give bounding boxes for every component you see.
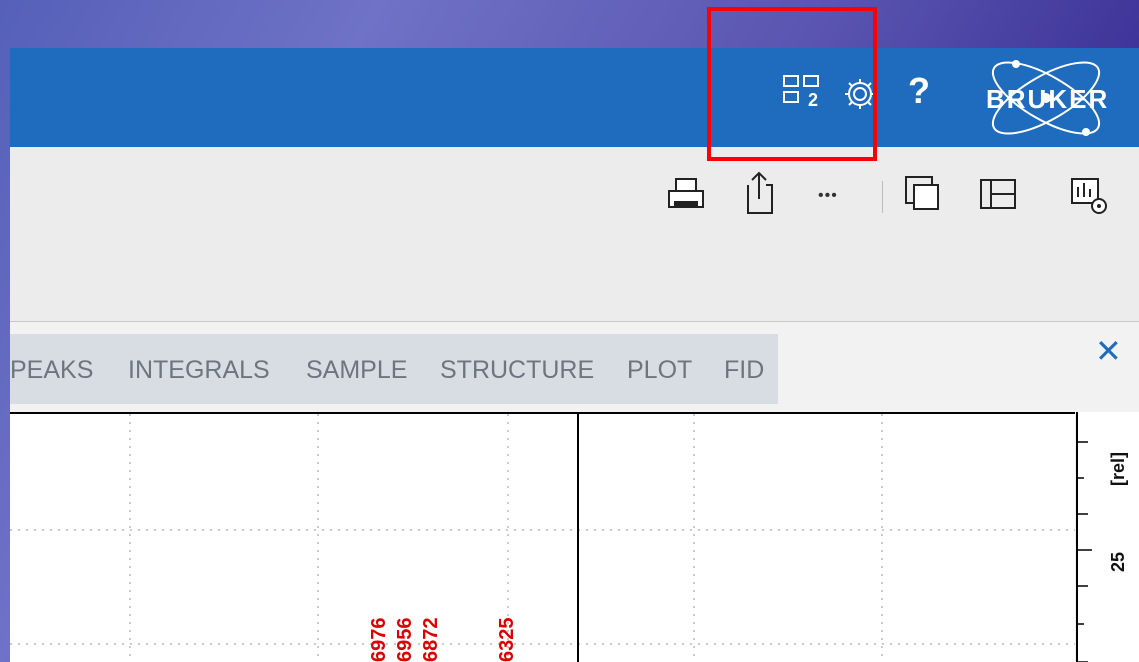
logo-text: BRUKER	[986, 84, 1110, 114]
tab-sample[interactable]: SAMPLE	[306, 356, 407, 385]
tab-bar: PEAKS INTEGRALS SAMPLE STRUCTURE PLOT FI…	[10, 334, 778, 404]
help-button[interactable]: ?	[908, 70, 930, 112]
tab-structure[interactable]: STRUCTURE	[440, 356, 594, 385]
y-axis	[1076, 412, 1139, 662]
peak-label: 6872	[420, 617, 442, 662]
toolbar-divider	[882, 181, 883, 213]
topspin-window: 2 ? BRUKER ••• PEAKS INTEGRALS SAMPLE ST…	[10, 48, 1139, 662]
split-view-icon[interactable]	[978, 177, 1018, 216]
tab-integrals[interactable]: INTEGRALS	[128, 356, 270, 385]
toolbar: •••	[10, 147, 1139, 322]
peak-label: 6976	[368, 617, 390, 662]
axis-unit-label: [rel]	[1108, 451, 1128, 486]
axis-tick-label: 25	[1108, 551, 1128, 572]
print-icon[interactable]	[666, 177, 706, 218]
tab-plot[interactable]: PLOT	[627, 356, 692, 385]
more-button[interactable]: •••	[818, 187, 838, 205]
tab-fid[interactable]: FID	[724, 356, 764, 385]
peak-label: 6956	[394, 617, 416, 662]
title-bar: 2 ? BRUKER	[10, 48, 1139, 147]
display-settings-icon[interactable]	[1068, 175, 1110, 222]
highlight-box	[707, 7, 877, 161]
window-icon[interactable]	[902, 173, 942, 218]
peak-label: 6325	[496, 617, 518, 662]
bruker-logo: BRUKER	[976, 52, 1139, 144]
spectrum-plot[interactable]	[10, 412, 1075, 662]
close-icon[interactable]: ✕	[1095, 332, 1122, 370]
export-icon[interactable]	[742, 169, 776, 222]
tab-peaks[interactable]: PEAKS	[10, 356, 93, 385]
